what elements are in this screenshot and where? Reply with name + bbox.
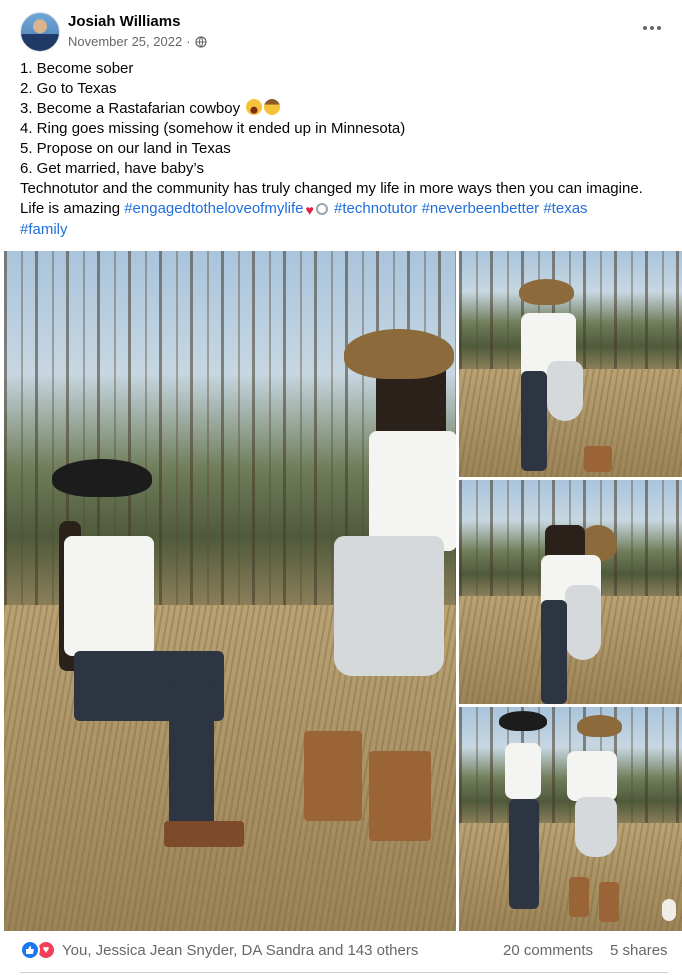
more-options-button[interactable] — [638, 16, 666, 40]
post-line-4: 4. Ring goes missing (somehow it ended u… — [20, 120, 406, 137]
photo-holding-hands[interactable] — [459, 707, 682, 931]
laughing-emoji — [246, 99, 263, 115]
author-name[interactable]: Josiah Williams — [68, 13, 180, 30]
media-indicator — [662, 899, 676, 921]
reactions-summary[interactable]: ♥ You, Jessica Jean Snyder, DA Sandra an… — [20, 940, 418, 960]
more-horizontal-icon — [643, 26, 647, 30]
post-line-8: Life is amazing #engagedtotheloveofmylif… — [20, 200, 588, 218]
ring-emoji — [315, 203, 328, 215]
post-line-7: Technotutor and the community has truly … — [20, 180, 643, 197]
post-footer: ♥ You, Jessica Jean Snyder, DA Sandra an… — [20, 938, 670, 966]
post-line-6: 6. Get married, have baby’s — [20, 160, 204, 177]
photo-grid — [4, 251, 682, 931]
globe-icon — [194, 35, 207, 48]
photo-hug-2[interactable] — [459, 480, 682, 704]
post-line-9: #family — [20, 220, 670, 240]
shares-link[interactable]: 5 shares — [610, 942, 668, 959]
post-line-3: 3. Become a Rastafarian cowboy — [20, 99, 670, 119]
avatar[interactable] — [20, 12, 60, 52]
photo-proposal-kneeling[interactable] — [4, 251, 456, 931]
meta-separator: · — [186, 34, 191, 49]
hashtag-link[interactable]: #technotutor — [334, 200, 417, 217]
hashtag-link[interactable]: #texas — [543, 200, 587, 217]
hashtag-link[interactable]: #family — [20, 221, 68, 238]
hashtag-link[interactable]: #engagedtotheloveofmylife — [124, 200, 303, 217]
post-line-5: 5. Propose on our land in Texas — [20, 140, 231, 157]
post-body: 1. Become sober 2. Go to Texas 3. Become… — [20, 59, 670, 240]
post-header: Josiah Williams November 25, 2022 · — [20, 12, 670, 56]
post-date[interactable]: November 25, 2022 — [68, 34, 182, 49]
footer-divider — [20, 972, 668, 973]
post-meta: November 25, 2022 · — [68, 34, 207, 49]
photo-hug-1[interactable] — [459, 251, 682, 477]
hashtag-link[interactable]: #neverbeenbetter — [422, 200, 540, 217]
heart-emoji: ♥ — [305, 202, 314, 218]
reactions-text: You, Jessica Jean Snyder, DA Sandra and … — [62, 941, 419, 959]
post-line-2: 2. Go to Texas — [20, 80, 117, 97]
post-line-1: 1. Become sober — [20, 60, 134, 77]
comments-link[interactable]: 20 comments — [503, 942, 593, 959]
like-icon — [20, 940, 40, 960]
cowboy-emoji — [264, 99, 281, 115]
